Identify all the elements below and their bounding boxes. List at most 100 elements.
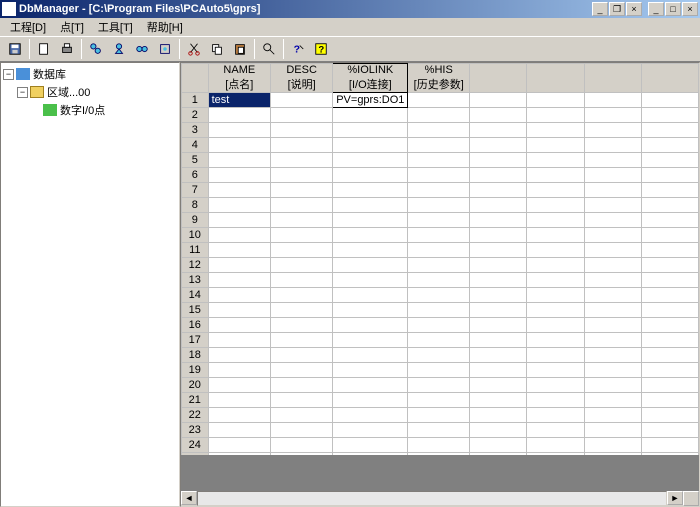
grid-cell[interactable] — [527, 108, 584, 123]
grid-cell[interactable] — [470, 243, 527, 258]
table-row[interactable]: 4 — [182, 138, 699, 153]
grid-cell[interactable] — [408, 303, 470, 318]
grid-cell[interactable] — [584, 303, 641, 318]
tree-root[interactable]: − 数据库 — [3, 65, 177, 83]
row-header[interactable]: 9 — [182, 213, 209, 228]
maximize-button[interactable]: □ — [665, 2, 681, 16]
grid-cell[interactable] — [408, 93, 470, 108]
grid-cell[interactable] — [584, 378, 641, 393]
grid-cell[interactable] — [641, 183, 698, 198]
copy-button[interactable] — [206, 38, 228, 60]
grid-cell[interactable] — [470, 438, 527, 453]
col-name-header[interactable]: NAME[点名] — [208, 64, 270, 93]
grid-cell[interactable] — [208, 363, 270, 378]
grid-cell[interactable] — [470, 378, 527, 393]
horizontal-scrollbar[interactable]: ◄ ► — [181, 490, 699, 506]
grid-cell[interactable] — [584, 408, 641, 423]
grid-cell[interactable] — [584, 363, 641, 378]
grid-cell[interactable] — [271, 168, 333, 183]
grid-cell[interactable] — [208, 348, 270, 363]
grid-cell[interactable] — [584, 108, 641, 123]
col-his-header[interactable]: %HIS[历史参数] — [408, 64, 470, 93]
grid-cell[interactable] — [470, 198, 527, 213]
grid-cell[interactable] — [271, 288, 333, 303]
find-button[interactable] — [258, 38, 280, 60]
grid-cell[interactable] — [470, 318, 527, 333]
grid-cell[interactable] — [408, 198, 470, 213]
grid-cell[interactable] — [641, 153, 698, 168]
grid-cell[interactable] — [584, 318, 641, 333]
row-header[interactable]: 18 — [182, 348, 209, 363]
grid-cell[interactable] — [333, 213, 408, 228]
grid-cell[interactable] — [271, 393, 333, 408]
grid-cell[interactable] — [584, 213, 641, 228]
grid-cell[interactable] — [641, 93, 698, 108]
save-button[interactable] — [4, 38, 26, 60]
grid-cell[interactable] — [527, 348, 584, 363]
table-row[interactable]: 9 — [182, 213, 699, 228]
grid-cell[interactable] — [584, 438, 641, 453]
grid-cell[interactable] — [408, 393, 470, 408]
grid-cell[interactable] — [333, 348, 408, 363]
grid-cell[interactable] — [408, 213, 470, 228]
grid-cell[interactable] — [271, 213, 333, 228]
grid-cell[interactable] — [584, 123, 641, 138]
row-header[interactable]: 6 — [182, 168, 209, 183]
grid-cell[interactable] — [641, 333, 698, 348]
table-row[interactable]: 13 — [182, 273, 699, 288]
grid-cell[interactable] — [470, 303, 527, 318]
paste-button[interactable] — [229, 38, 251, 60]
grid-cell[interactable] — [333, 423, 408, 438]
table-row[interactable]: 14 — [182, 288, 699, 303]
grid-cell[interactable] — [333, 288, 408, 303]
grid-cell[interactable] — [208, 438, 270, 453]
row-header[interactable]: 20 — [182, 378, 209, 393]
table-row[interactable]: 24 — [182, 438, 699, 453]
table-row[interactable]: 7 — [182, 183, 699, 198]
grid-cell[interactable] — [333, 303, 408, 318]
grid-cell[interactable] — [527, 333, 584, 348]
grid-cell[interactable] — [470, 93, 527, 108]
row-header[interactable]: 4 — [182, 138, 209, 153]
grid-cell[interactable] — [333, 183, 408, 198]
grid-cell[interactable] — [470, 123, 527, 138]
table-row[interactable]: 3 — [182, 123, 699, 138]
grid-cell[interactable] — [408, 363, 470, 378]
grid-cell[interactable] — [527, 393, 584, 408]
grid-cell[interactable] — [408, 258, 470, 273]
table-row[interactable]: 11 — [182, 243, 699, 258]
grid-cell[interactable] — [333, 318, 408, 333]
grid-cell[interactable] — [527, 423, 584, 438]
scroll-track[interactable] — [197, 491, 667, 506]
grid-cell[interactable] — [641, 258, 698, 273]
grid-cell[interactable] — [470, 183, 527, 198]
grid-cell[interactable] — [470, 258, 527, 273]
row-header[interactable]: 19 — [182, 363, 209, 378]
grid-cell[interactable] — [333, 153, 408, 168]
minimize-outer-button[interactable]: _ — [648, 2, 664, 16]
collapse-icon[interactable]: − — [17, 87, 28, 98]
new-button[interactable] — [33, 38, 55, 60]
grid-cell[interactable] — [408, 423, 470, 438]
tool-b-button[interactable] — [108, 38, 130, 60]
grid-cell[interactable] — [208, 108, 270, 123]
scroll-right-button[interactable]: ► — [667, 491, 683, 505]
table-row[interactable]: 10 — [182, 228, 699, 243]
grid-cell[interactable] — [208, 183, 270, 198]
menu-tools[interactable]: 工具[T] — [92, 18, 139, 36]
grid-cell[interactable] — [527, 438, 584, 453]
menu-point[interactable]: 点[T] — [54, 18, 90, 36]
grid-cell[interactable] — [641, 288, 698, 303]
grid-cell[interactable] — [271, 408, 333, 423]
grid-cell[interactable] — [641, 198, 698, 213]
grid-cell[interactable] — [271, 348, 333, 363]
grid-cell[interactable] — [271, 303, 333, 318]
table-row[interactable]: 8 — [182, 198, 699, 213]
grid-cell[interactable] — [271, 198, 333, 213]
grid-cell[interactable] — [584, 288, 641, 303]
grid-cell[interactable] — [208, 333, 270, 348]
grid-cell[interactable] — [408, 183, 470, 198]
grid-cell[interactable] — [641, 108, 698, 123]
grid-cell[interactable] — [641, 363, 698, 378]
collapse-icon[interactable]: − — [3, 69, 14, 80]
